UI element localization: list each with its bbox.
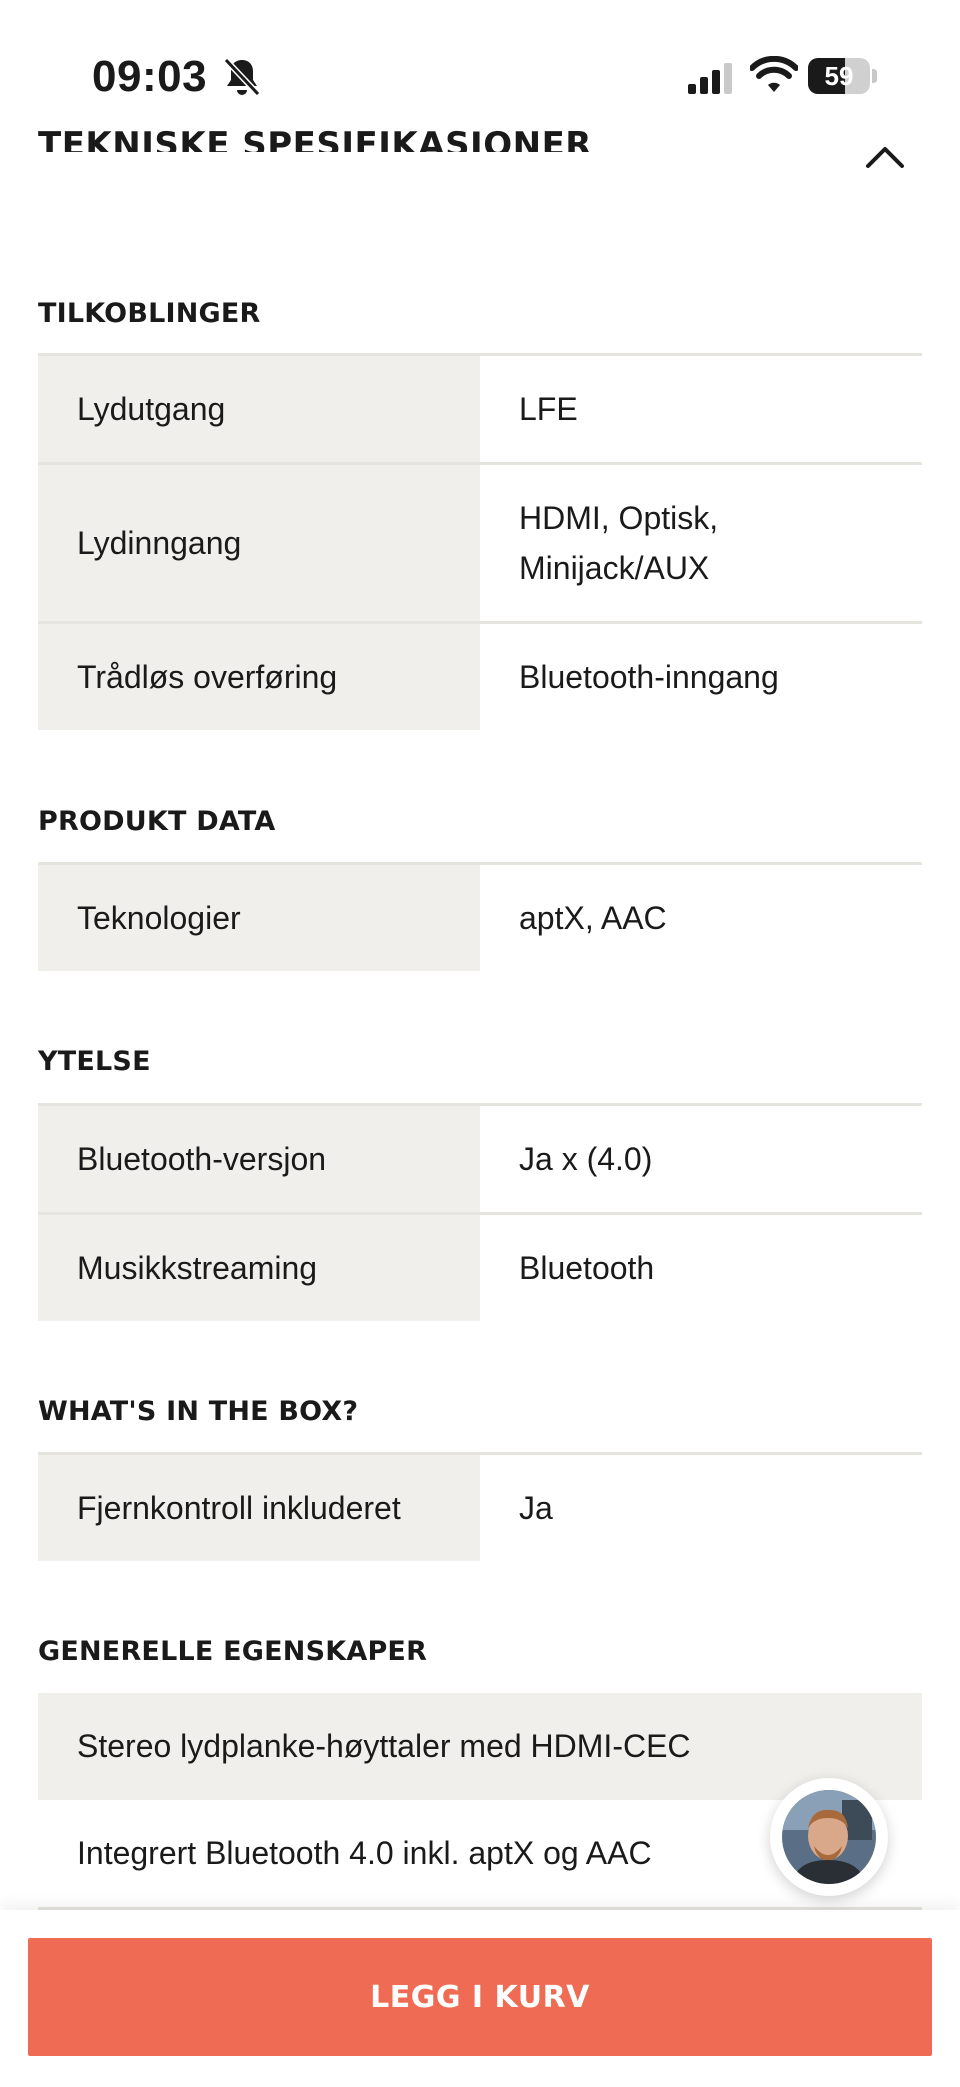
- spec-value: Bluetooth: [519, 1250, 655, 1286]
- table-row: Lydinngang HDMI, Optisk, Minijack/AUX: [38, 465, 922, 624]
- table-row: Bluetooth-versjon Ja x (4.0): [38, 1106, 922, 1215]
- spec-table-ytelse: Bluetooth-versjon Ja x (4.0) Musikkstrea…: [38, 1103, 922, 1321]
- spec-label: Fjernkontroll inkluderet: [38, 1455, 480, 1561]
- table-row: Teknologier aptX, AAC: [38, 865, 922, 971]
- status-time: 09:03: [92, 52, 208, 101]
- section-title: TEKNISKE SPESIFIKASJONER: [38, 128, 592, 152]
- spec-label: Lydutgang: [38, 356, 480, 462]
- spec-value: Bluetooth-inngang: [519, 659, 779, 695]
- spec-table-tilkoblinger: Lydutgang LFE Lydinngang HDMI, Optisk, M…: [38, 353, 922, 730]
- spec-label: Trådløs overføring: [38, 624, 480, 730]
- group-title-ytelse: YTELSE: [38, 1046, 151, 1077]
- table-row: Lydutgang LFE: [38, 356, 922, 465]
- bell-muted-icon: [223, 57, 261, 97]
- signal-icon: [688, 63, 732, 94]
- collapse-button[interactable]: [862, 136, 908, 182]
- spec-label: Bluetooth-versjon: [38, 1106, 480, 1212]
- group-title-tilkoblinger: TILKOBLINGER: [38, 298, 261, 329]
- spec-table-produkt-data: Teknologier aptX, AAC: [38, 862, 922, 971]
- group-title-produkt-data: PRODUKT DATA: [38, 806, 276, 837]
- table-row: Fjernkontroll inkluderet Ja: [38, 1455, 922, 1561]
- group-title-box: WHAT'S IN THE BOX?: [38, 1396, 359, 1427]
- table-row: Musikkstreaming Bluetooth: [38, 1215, 922, 1321]
- wifi-icon: [750, 56, 798, 92]
- list-item: Stereo lydplanke-høyttaler med HDMI-CEC: [38, 1693, 922, 1800]
- spec-value: HDMI, Optisk, Minijack/AUX: [480, 465, 922, 621]
- spec-value: aptX, AAC: [519, 900, 667, 936]
- battery-level: 59: [824, 61, 854, 91]
- chevron-up-icon: [866, 147, 904, 168]
- spec-value-line: Minijack/AUX: [519, 550, 710, 586]
- table-row: Trådløs overføring Bluetooth-inngang: [38, 624, 922, 730]
- spec-value: Ja: [519, 1490, 553, 1526]
- add-to-cart-button[interactable]: LEGG I KURV: [28, 1938, 932, 2056]
- spec-value-line: HDMI, Optisk,: [519, 500, 719, 536]
- spec-value: Ja x (4.0): [519, 1141, 653, 1177]
- person-avatar-icon: [782, 1790, 876, 1884]
- chat-avatar-button[interactable]: [770, 1778, 888, 1896]
- battery-icon: 59: [808, 58, 878, 96]
- spec-label: Lydinngang: [38, 465, 480, 621]
- bottom-action-bar: LEGG I KURV: [0, 1910, 960, 2087]
- spec-value: LFE: [519, 391, 578, 427]
- spec-label: Teknologier: [38, 865, 480, 971]
- spec-label: Musikkstreaming: [38, 1215, 480, 1321]
- group-title-generelle: GENERELLE EGENSKAPER: [38, 1636, 428, 1667]
- spec-table-box: Fjernkontroll inkluderet Ja: [38, 1452, 922, 1561]
